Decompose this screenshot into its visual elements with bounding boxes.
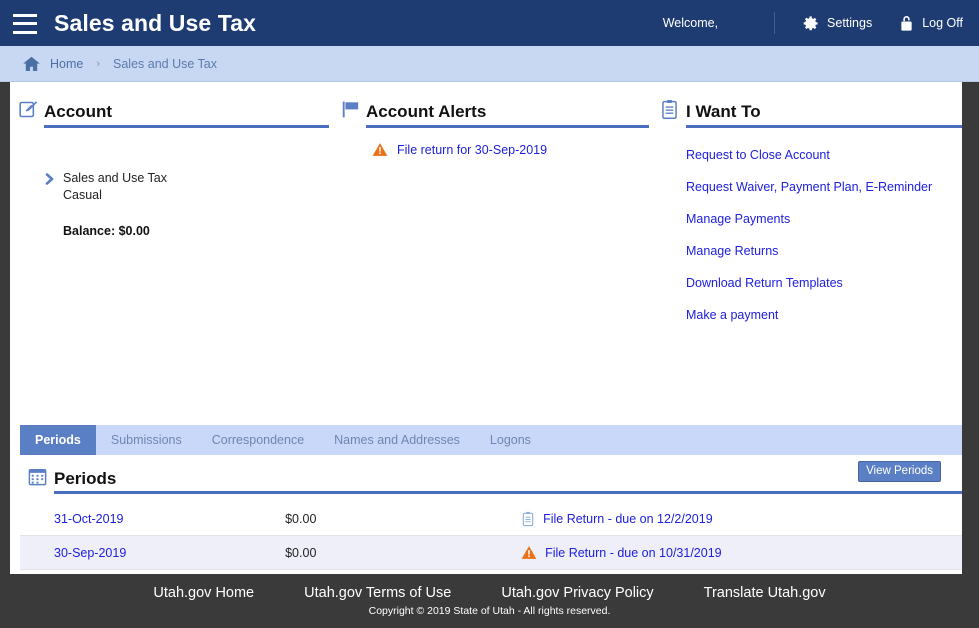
account-alerts-panel-header: Account Alerts <box>340 92 660 122</box>
edit-pencil-square-icon <box>18 99 44 122</box>
chevron-right-icon[interactable] <box>44 170 63 186</box>
account-alerts-panel: Account Alerts File return for 30-Sep-20… <box>340 92 660 324</box>
period-link[interactable]: 31-Oct-2019 <box>54 512 123 526</box>
home-icon[interactable] <box>22 55 41 73</box>
calendar-icon <box>28 467 54 488</box>
summary-panels: Account Sales and Use Tax Casual Balance… <box>10 82 962 324</box>
table-row[interactable]: 31-Oct-2019 $0.00 File Return - due on 1… <box>20 502 962 536</box>
footer-link-utah-home[interactable]: Utah.gov Home <box>153 585 254 601</box>
account-name-block: Sales and Use Tax Casual <box>63 170 167 203</box>
clipboard-icon <box>521 511 535 527</box>
account-type: Casual <box>63 187 102 202</box>
i-want-to-link-make-payment[interactable]: Make a payment <box>686 299 962 331</box>
periods-section: Periods View Periods 31-Oct-2019 $0.00 F… <box>20 461 962 574</box>
account-panel-body: Sales and Use Tax Casual Balance: $0.00 <box>18 128 340 238</box>
period-amount: $0.00 <box>285 535 361 570</box>
file-return-link[interactable]: File Return - due on 12/2/2019 <box>543 512 713 526</box>
welcome-text: Welcome, <box>662 16 719 30</box>
periods-title: Periods <box>54 469 117 488</box>
footer-link-translate[interactable]: Translate Utah.gov <box>704 585 826 601</box>
clipboard-icon <box>660 99 686 122</box>
period-amount: $0.00 <box>285 502 361 536</box>
footer-link-privacy-policy[interactable]: Utah.gov Privacy Policy <box>501 585 653 601</box>
warning-triangle-icon <box>521 545 537 560</box>
i-want-to-link-close-account[interactable]: Request to Close Account <box>686 139 962 171</box>
i-want-to-link-manage-payments[interactable]: Manage Payments <box>686 203 962 235</box>
file-return-link[interactable]: File Return - due on 10/31/2019 <box>545 546 722 560</box>
tab-bar: Periods Submissions Correspondence Names… <box>20 425 962 455</box>
period-status <box>360 535 522 570</box>
flag-icon <box>340 99 366 122</box>
top-nav-divider <box>774 12 776 34</box>
tab-logons[interactable]: Logons <box>475 425 546 455</box>
i-want-to-panel: I Want To Request to Close Account Reque… <box>660 92 962 324</box>
tab-submissions[interactable]: Submissions <box>96 425 197 455</box>
period-link[interactable]: 30-Sep-2019 <box>54 546 126 560</box>
top-nav-actions: Welcome, Settings Log Off <box>663 0 979 46</box>
log-off-button[interactable]: Log Off <box>898 14 963 33</box>
i-want-to-link-manage-returns[interactable]: Manage Returns <box>686 235 962 267</box>
breadcrumb-separator: › <box>96 57 101 70</box>
i-want-to-links: Request to Close Account Request Waiver,… <box>660 128 962 331</box>
footer-link-terms-of-use[interactable]: Utah.gov Terms of Use <box>304 585 451 601</box>
lock-icon <box>898 14 915 33</box>
period-action[interactable]: File Return - due on 10/31/2019 <box>521 545 962 560</box>
account-summary-row[interactable]: Sales and Use Tax Casual <box>44 170 340 203</box>
i-want-to-panel-header: I Want To <box>660 92 962 122</box>
page-footer: Utah.gov Home Utah.gov Terms of Use Utah… <box>0 574 979 628</box>
settings-label: Settings <box>827 16 873 30</box>
top-navigation-bar: Sales and Use Tax Welcome, Settings Log … <box>0 0 979 46</box>
tab-periods[interactable]: Periods <box>20 425 96 455</box>
table-row[interactable]: 30-Sep-2019 $0.00 File Return - due on 1… <box>20 535 962 570</box>
gear-icon <box>801 14 820 33</box>
main-content-card: Account Sales and Use Tax Casual Balance… <box>10 82 962 574</box>
i-want-to-panel-title: I Want To <box>686 102 761 121</box>
settings-button[interactable]: Settings <box>801 14 872 33</box>
account-panel-title: Account <box>44 102 112 121</box>
i-want-to-link-download-templates[interactable]: Download Return Templates <box>686 267 962 299</box>
account-panel: Account Sales and Use Tax Casual Balance… <box>10 92 340 324</box>
app-title: Sales and Use Tax <box>54 9 256 36</box>
breadcrumb-current: Sales and Use Tax <box>113 56 218 71</box>
periods-table: 31-Oct-2019 $0.00 File Return - due on 1… <box>20 502 962 574</box>
view-periods-button[interactable]: View Periods <box>858 461 941 482</box>
breadcrumb-home-link[interactable]: Home <box>50 57 83 71</box>
periods-header: Periods View Periods <box>20 461 962 488</box>
list-item[interactable]: File return for 30-Sep-2019 <box>372 142 660 157</box>
hamburger-menu-icon[interactable] <box>13 13 37 34</box>
app-window: Sales and Use Tax Welcome, Settings Log … <box>0 0 979 628</box>
account-alerts-list: File return for 30-Sep-2019 <box>340 128 660 157</box>
account-name: Sales and Use Tax <box>63 171 167 185</box>
period-action[interactable]: File Return - due on 12/2/2019 <box>521 511 962 527</box>
footer-links: Utah.gov Home Utah.gov Terms of Use Utah… <box>0 574 979 601</box>
i-want-to-link-request-waiver[interactable]: Request Waiver, Payment Plan, E-Reminder <box>686 171 962 203</box>
periods-rule <box>54 491 962 494</box>
alert-link[interactable]: File return for 30-Sep-2019 <box>397 143 547 157</box>
tab-correspondence[interactable]: Correspondence <box>197 425 319 455</box>
log-off-label: Log Off <box>922 16 963 30</box>
period-status <box>360 502 522 536</box>
breadcrumb: Home › Sales and Use Tax <box>0 46 979 82</box>
account-panel-header: Account <box>18 92 340 122</box>
account-alerts-panel-title: Account Alerts <box>366 102 487 121</box>
warning-triangle-icon <box>372 142 388 157</box>
footer-copyright: Copyright © 2019 State of Utah - All rig… <box>368 605 611 617</box>
account-balance: Balance: $0.00 <box>63 224 150 238</box>
tab-names-and-addresses[interactable]: Names and Addresses <box>319 425 475 455</box>
